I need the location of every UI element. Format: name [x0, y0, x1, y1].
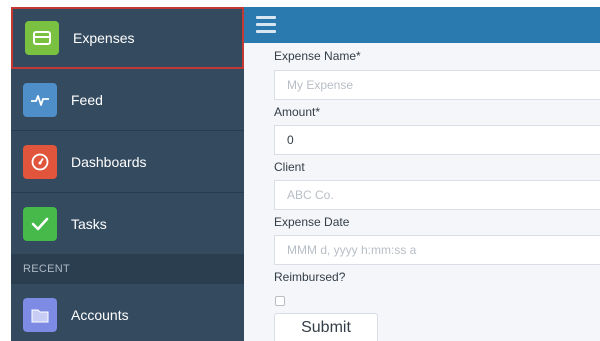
client-label: Client: [274, 160, 305, 174]
hamburger-icon[interactable]: [256, 16, 276, 34]
client-input[interactable]: ABC Co.: [274, 180, 600, 210]
folder-icon: [23, 298, 57, 332]
gauge-icon: [23, 144, 57, 179]
sidebar: Expenses Feed Dashboards Tasks RECENT Ac…: [11, 7, 244, 341]
sidebar-item-feed[interactable]: Feed: [11, 69, 244, 131]
app-frame: Expenses Feed Dashboards Tasks RECENT Ac…: [11, 7, 600, 341]
sidebar-item-label: Dashboards: [71, 153, 147, 170]
expense-name-input[interactable]: My Expense: [274, 70, 600, 100]
sidebar-item-accounts[interactable]: Accounts: [11, 284, 244, 341]
sidebar-item-label: Expenses: [73, 30, 135, 46]
recent-section-header: RECENT: [11, 254, 244, 284]
top-bar: [244, 7, 600, 43]
reimbursed-checkbox[interactable]: [275, 296, 285, 306]
sidebar-item-label: Feed: [71, 91, 103, 108]
sidebar-item-expenses[interactable]: Expenses: [11, 7, 244, 69]
amount-label: Amount*: [274, 105, 321, 119]
credit-card-icon: [25, 21, 59, 55]
sidebar-item-tasks[interactable]: Tasks: [11, 193, 244, 255]
checkmark-icon: [23, 206, 57, 241]
expense-date-label: Expense Date: [274, 215, 350, 229]
expense-date-input[interactable]: MMM d, yyyy h:mm:ss a: [274, 235, 600, 265]
sidebar-item-dashboards[interactable]: Dashboards: [11, 131, 244, 193]
reimbursed-label: Reimbursed?: [274, 270, 346, 284]
sidebar-item-label: Tasks: [71, 215, 107, 232]
pulse-icon: [23, 82, 57, 117]
amount-input[interactable]: 0: [274, 125, 600, 155]
expense-name-label: Expense Name*: [274, 49, 361, 63]
sidebar-item-label: Accounts: [71, 307, 129, 323]
submit-button[interactable]: Submit: [274, 313, 378, 341]
main-content: Expense Name* My Expense Amount* 0 Clien…: [244, 7, 600, 341]
